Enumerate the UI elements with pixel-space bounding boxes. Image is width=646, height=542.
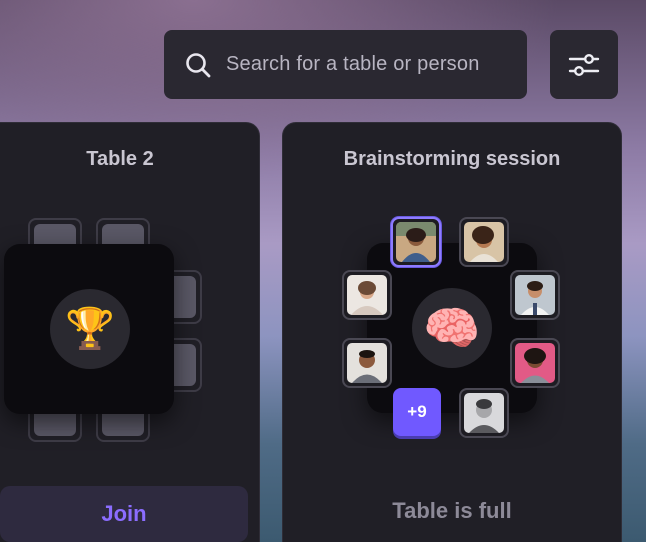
trophy-icon: 🏆: [50, 289, 130, 369]
participant-avatar[interactable]: [510, 270, 560, 320]
search-input[interactable]: Search for a table or person: [226, 53, 480, 76]
participant-avatar[interactable]: [510, 338, 560, 388]
more-participants-badge[interactable]: +9: [393, 388, 441, 436]
sliders-icon: [568, 53, 600, 76]
search-icon: [186, 52, 211, 77]
table-title: Brainstorming session: [343, 148, 561, 170]
filter-button[interactable]: [550, 30, 618, 99]
participant-avatar[interactable]: [342, 270, 392, 320]
join-button[interactable]: Join: [0, 486, 248, 542]
participant-avatar[interactable]: [391, 217, 441, 267]
participant-avatar[interactable]: [459, 388, 509, 438]
participant-avatar[interactable]: [459, 217, 509, 267]
search-bar[interactable]: Search for a table or person: [164, 30, 527, 99]
table-full-status: Table is full: [392, 498, 512, 523]
brain-icon: 🧠: [412, 288, 492, 368]
table-title: Table 2: [86, 148, 154, 170]
participant-avatar[interactable]: [342, 338, 392, 388]
